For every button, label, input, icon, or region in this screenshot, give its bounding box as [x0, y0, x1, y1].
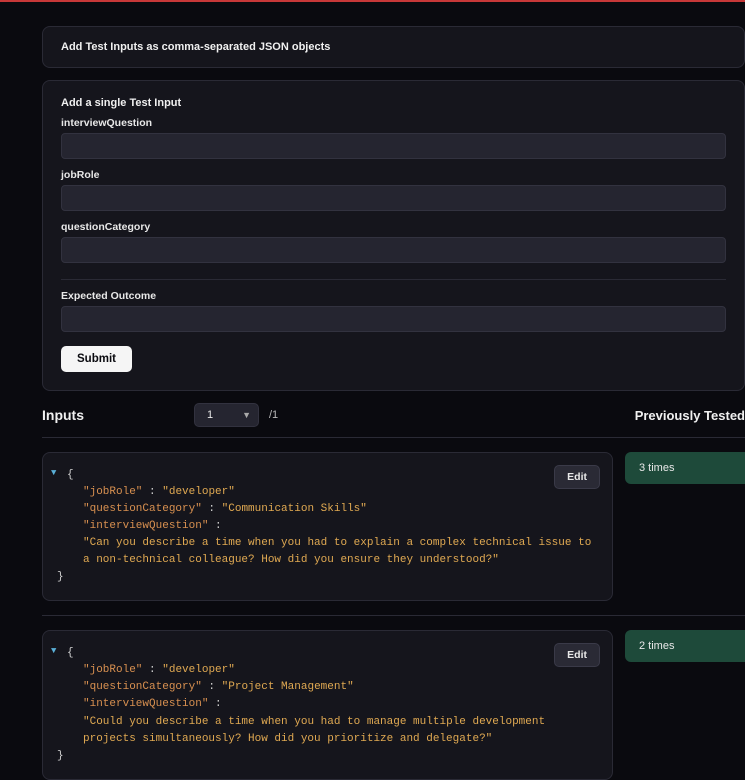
json-key: "interviewQuestion" — [83, 520, 208, 532]
expected-outcome-input[interactable] — [61, 306, 726, 332]
interview-question-label: interviewQuestion — [61, 117, 726, 129]
add-single-input-title: Add a single Test Input — [61, 97, 726, 109]
page-total: /1 — [269, 409, 278, 421]
json-key: "questionCategory" — [83, 503, 202, 515]
pagination-group: 1 ▼ /1 — [194, 403, 278, 427]
previously-tested-title: Previously Tested — [635, 408, 745, 423]
json-value: "Could you describe a time when you had … — [67, 714, 598, 748]
inputs-header: Inputs 1 ▼ /1 Previously Tested — [42, 403, 745, 427]
edit-button[interactable]: Edit — [554, 465, 600, 489]
question-category-label: questionCategory — [61, 221, 726, 233]
json-key: "jobRole" — [83, 486, 142, 498]
input-row: ▼ Edit { "jobRole" : "developer" "questi… — [42, 630, 745, 779]
expand-caret-icon[interactable]: ▼ — [51, 467, 56, 481]
page-select[interactable]: 1 — [194, 403, 259, 427]
json-value: "Project Management" — [222, 681, 354, 693]
json-close-brace: } — [57, 750, 64, 762]
json-key: "jobRole" — [83, 664, 142, 676]
times-tested-badge: 3 times — [625, 452, 745, 484]
form-divider — [61, 279, 726, 280]
json-value: "Can you describe a time when you had to… — [67, 535, 598, 569]
add-single-input-panel: Add a single Test Input interviewQuestio… — [42, 80, 745, 391]
expand-caret-icon[interactable]: ▼ — [51, 645, 56, 659]
json-open-brace: { — [67, 469, 74, 481]
edit-button[interactable]: Edit — [554, 643, 600, 667]
main-content: Add Test Inputs as comma-separated JSON … — [0, 2, 745, 780]
submit-button[interactable]: Submit — [61, 346, 132, 372]
json-open-brace: { — [67, 647, 74, 659]
json-key: "questionCategory" — [83, 681, 202, 693]
expected-outcome-label: Expected Outcome — [61, 290, 726, 302]
job-role-input[interactable] — [61, 185, 726, 211]
json-value: "developer" — [162, 664, 235, 676]
question-category-input[interactable] — [61, 237, 726, 263]
add-multi-inputs-title: Add Test Inputs as comma-separated JSON … — [61, 41, 726, 53]
json-value: "developer" — [162, 486, 235, 498]
input-card: ▼ Edit { "jobRole" : "developer" "questi… — [42, 630, 613, 779]
section-divider — [42, 437, 745, 438]
json-key: "interviewQuestion" — [83, 698, 208, 710]
input-row: ▼ Edit { "jobRole" : "developer" "questi… — [42, 452, 745, 601]
interview-question-input[interactable] — [61, 133, 726, 159]
inputs-title: Inputs — [42, 407, 84, 423]
json-value: "Communication Skills" — [222, 503, 367, 515]
add-multi-inputs-panel: Add Test Inputs as comma-separated JSON … — [42, 26, 745, 68]
json-close-brace: } — [57, 571, 64, 583]
job-role-label: jobRole — [61, 169, 726, 181]
input-card: ▼ Edit { "jobRole" : "developer" "questi… — [42, 452, 613, 601]
times-tested-badge: 2 times — [625, 630, 745, 662]
row-divider — [42, 615, 745, 616]
